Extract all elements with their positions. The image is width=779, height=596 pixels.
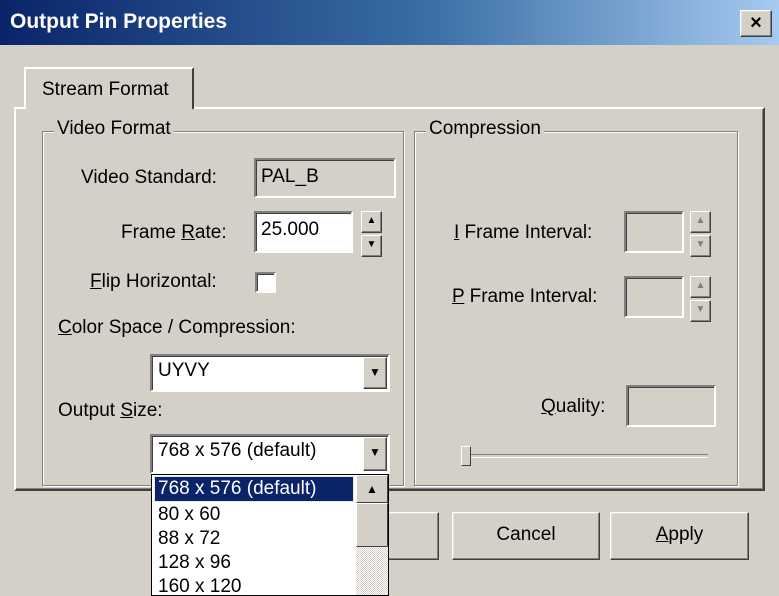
video-standard-value: PAL_B: [261, 166, 319, 187]
dropdown-scrollbar[interactable]: ▲: [356, 475, 388, 595]
frame-rate-down-button[interactable]: ▼: [361, 235, 382, 257]
i-frame-up-button[interactable]: ▲: [690, 211, 711, 233]
quality-label: Quality:: [541, 396, 606, 417]
color-space-combo[interactable]: UYVY ▼: [150, 354, 390, 392]
spin-up-icon: ▲: [695, 215, 706, 226]
video-standard-field: PAL_B: [254, 158, 396, 198]
output-size-dropdown-button[interactable]: ▼: [363, 437, 387, 471]
i-frame-interval-input[interactable]: [624, 211, 684, 253]
flip-horizontal-label: Flip Horizontal:: [90, 271, 217, 292]
spin-up-icon: ▲: [366, 215, 377, 226]
i-frame-down-button[interactable]: ▼: [690, 235, 711, 257]
p-frame-down-button[interactable]: ▼: [690, 300, 711, 322]
frame-rate-value: 25.000: [261, 219, 320, 240]
cancel-button[interactable]: Cancel: [452, 512, 600, 560]
close-icon: ×: [750, 12, 762, 34]
video-format-legend: Video Format: [54, 118, 174, 140]
scroll-up-icon: ▲: [366, 482, 378, 496]
video-standard-label: Video Standard:: [81, 167, 217, 188]
chevron-down-icon: ▼: [369, 445, 381, 459]
chevron-down-icon: ▼: [369, 365, 381, 379]
flip-horizontal-checkbox[interactable]: [255, 272, 276, 293]
scrollbar-thumb[interactable]: [356, 503, 388, 547]
quality-slider-thumb[interactable]: [461, 446, 471, 466]
window-title: Output Pin Properties: [10, 10, 228, 33]
list-item[interactable]: 768 x 576 (default): [154, 476, 354, 502]
spin-down-icon: ▼: [366, 239, 377, 250]
frame-rate-label: Frame Rate:: [121, 222, 227, 243]
color-space-dropdown-button[interactable]: ▼: [363, 357, 387, 389]
p-frame-interval-label: P Frame Interval:: [452, 286, 598, 307]
spin-down-icon: ▼: [695, 239, 706, 250]
list-item[interactable]: 80 x 60: [155, 503, 353, 527]
list-item[interactable]: 160 x 120: [155, 575, 353, 595]
spin-up-icon: ▲: [695, 280, 706, 291]
list-item[interactable]: 88 x 72: [155, 527, 353, 551]
tab-label: Stream Format: [42, 79, 169, 100]
color-space-value: UYVY: [158, 360, 210, 381]
frame-rate-up-button[interactable]: ▲: [361, 211, 382, 233]
output-size-dropdown-list[interactable]: 768 x 576 (default) 80 x 60 88 x 72 128 …: [151, 474, 389, 596]
output-size-value: 768 x 576 (default): [158, 440, 317, 461]
p-frame-interval-input[interactable]: [624, 276, 684, 318]
close-button[interactable]: ×: [740, 10, 772, 37]
scroll-up-button[interactable]: ▲: [356, 475, 388, 503]
tab-stream-format[interactable]: Stream Format: [24, 67, 194, 109]
p-frame-up-button[interactable]: ▲: [690, 276, 711, 298]
title-bar[interactable]: Output Pin Properties ×: [0, 0, 779, 45]
frame-rate-input[interactable]: 25.000: [254, 211, 353, 253]
spin-down-icon: ▼: [695, 304, 706, 315]
i-frame-interval-label: I Frame Interval:: [454, 222, 593, 243]
list-item[interactable]: 128 x 96: [155, 551, 353, 575]
compression-legend: Compression: [426, 118, 544, 140]
output-size-combo[interactable]: 768 x 576 (default) ▼: [150, 434, 390, 474]
color-space-label: Color Space / Compression:: [58, 317, 296, 338]
quality-slider-track[interactable]: [462, 454, 708, 458]
quality-input[interactable]: [626, 385, 716, 427]
output-size-label: Output Size:: [58, 400, 163, 421]
apply-button[interactable]: Apply: [610, 512, 749, 560]
